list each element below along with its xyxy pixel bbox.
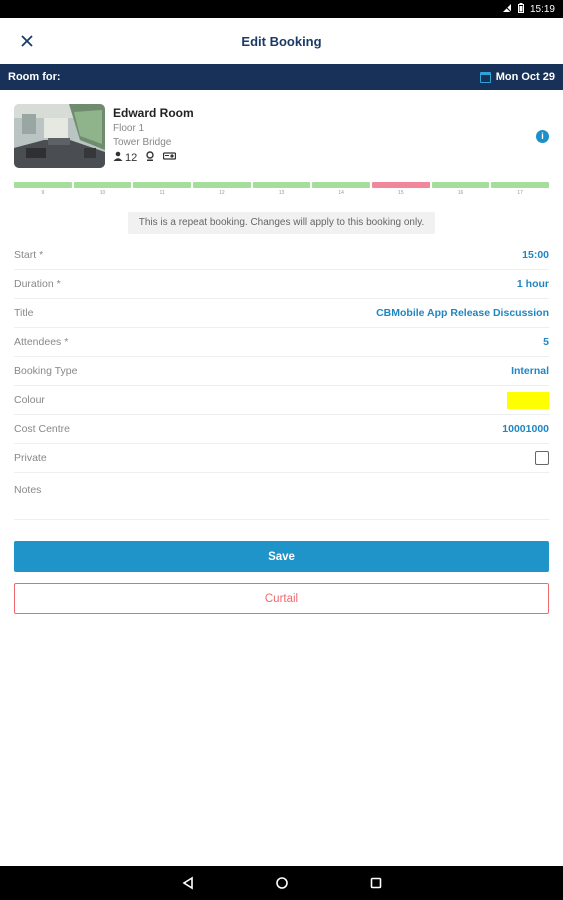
timeline-hour-label: 15 xyxy=(398,190,404,196)
home-icon[interactable] xyxy=(275,876,289,890)
notes-label: Notes xyxy=(14,484,42,496)
timeline-hour-label: 12 xyxy=(219,190,225,196)
duration-value[interactable]: 1 hour xyxy=(517,278,549,290)
timeline-hour-label: 13 xyxy=(278,190,285,196)
curtail-button[interactable]: Curtail xyxy=(14,583,549,614)
status-time: 15:19 xyxy=(529,3,555,15)
notes-field[interactable]: Notes xyxy=(14,473,549,520)
timeline-slot[interactable] xyxy=(252,182,311,188)
attendees-row[interactable]: Attendees * 5 xyxy=(14,328,549,357)
booking-type-row[interactable]: Booking Type Internal xyxy=(14,357,549,386)
save-button[interactable]: Save xyxy=(14,541,549,572)
colour-row[interactable]: Colour xyxy=(14,386,549,415)
colour-label: Colour xyxy=(14,394,45,406)
duration-row[interactable]: Duration * 1 hour xyxy=(14,270,549,299)
recents-icon[interactable] xyxy=(369,876,383,890)
start-value[interactable]: 15:00 xyxy=(522,249,549,261)
timeline-slot[interactable] xyxy=(133,182,191,188)
booking-date: Mon Oct 29 xyxy=(495,71,555,83)
cost-centre-value[interactable]: 10001000 xyxy=(502,423,549,435)
battery-icon xyxy=(517,2,524,16)
app-bar: Edit Booking xyxy=(0,18,563,64)
back-icon[interactable] xyxy=(181,876,195,890)
cost-centre-label: Cost Centre xyxy=(14,423,71,435)
timeline-slot[interactable] xyxy=(312,182,370,188)
timeline-hour-label: 11 xyxy=(159,190,165,196)
calendar-icon xyxy=(479,71,491,83)
start-row[interactable]: Start * 15:00 xyxy=(14,241,549,270)
room-photo xyxy=(14,104,105,168)
room-name: Edward Room xyxy=(113,106,194,120)
person-icon xyxy=(113,151,123,164)
title-value[interactable]: CBMobile App Release Discussion xyxy=(376,307,549,319)
private-label: Private xyxy=(14,452,47,464)
webcam-icon xyxy=(145,151,155,164)
projector-icon xyxy=(163,151,177,164)
title-row[interactable]: Title CBMobile App Release Discussion xyxy=(14,299,549,328)
page-title: Edit Booking xyxy=(241,33,322,49)
room-building: Tower Bridge xyxy=(113,137,172,148)
timeline-slot[interactable] xyxy=(491,182,549,188)
wifi-off-icon xyxy=(502,3,512,16)
booking-type-label: Booking Type xyxy=(14,365,78,377)
private-row[interactable]: Private xyxy=(14,444,549,473)
timeline-hour-label: 17 xyxy=(517,190,523,196)
timeline-slot[interactable] xyxy=(14,182,72,188)
private-checkbox[interactable] xyxy=(535,451,549,465)
room-capacity: 12 xyxy=(125,151,138,164)
attendees-label: Attendees * xyxy=(14,336,69,348)
room-for-bar: Room for: Mon Oct 29 xyxy=(0,64,563,90)
timeline-hour-label: 9 xyxy=(41,190,45,196)
system-nav-bar xyxy=(0,866,563,900)
room-info: Edward Room Floor 1 Tower Bridge 12 xyxy=(113,106,194,164)
timeline-slot[interactable] xyxy=(73,182,132,188)
status-bar: 15:19 xyxy=(0,0,563,18)
booking-type-value[interactable]: Internal xyxy=(511,365,549,377)
cost-centre-row[interactable]: Cost Centre 10001000 xyxy=(14,415,549,444)
timeline-slot[interactable] xyxy=(193,182,251,188)
start-label: Start * xyxy=(14,249,44,261)
title-label: Title xyxy=(14,307,34,319)
date-selector[interactable]: Mon Oct 29 xyxy=(479,71,555,83)
colour-swatch[interactable] xyxy=(507,391,549,409)
timeline-hour-label: 14 xyxy=(338,190,344,196)
repeat-booking-notice: This is a repeat booking. Changes will a… xyxy=(128,212,435,234)
booking-form: Start * 15:00 Duration * 1 hour Title CB… xyxy=(14,241,549,520)
room-floor: Floor 1 xyxy=(113,123,145,134)
room-for-label: Room for: xyxy=(8,71,61,83)
duration-label: Duration * xyxy=(14,278,61,290)
room-card: Edward Room Floor 1 Tower Bridge 12 i xyxy=(14,104,549,170)
timeline-hour-label: 10 xyxy=(99,190,106,196)
timeline-slot[interactable] xyxy=(372,182,430,188)
room-features: 12 xyxy=(113,151,194,164)
timeline-hour-label: 16 xyxy=(457,190,464,196)
capacity-group: 12 xyxy=(113,151,137,164)
close-icon[interactable] xyxy=(16,30,38,52)
info-icon[interactable]: i xyxy=(536,130,549,143)
attendees-value[interactable]: 5 xyxy=(543,336,549,348)
timeline-slot[interactable] xyxy=(431,182,490,188)
availability-timeline: 9 10 11 12 13 14 15 16 17 xyxy=(14,182,549,196)
